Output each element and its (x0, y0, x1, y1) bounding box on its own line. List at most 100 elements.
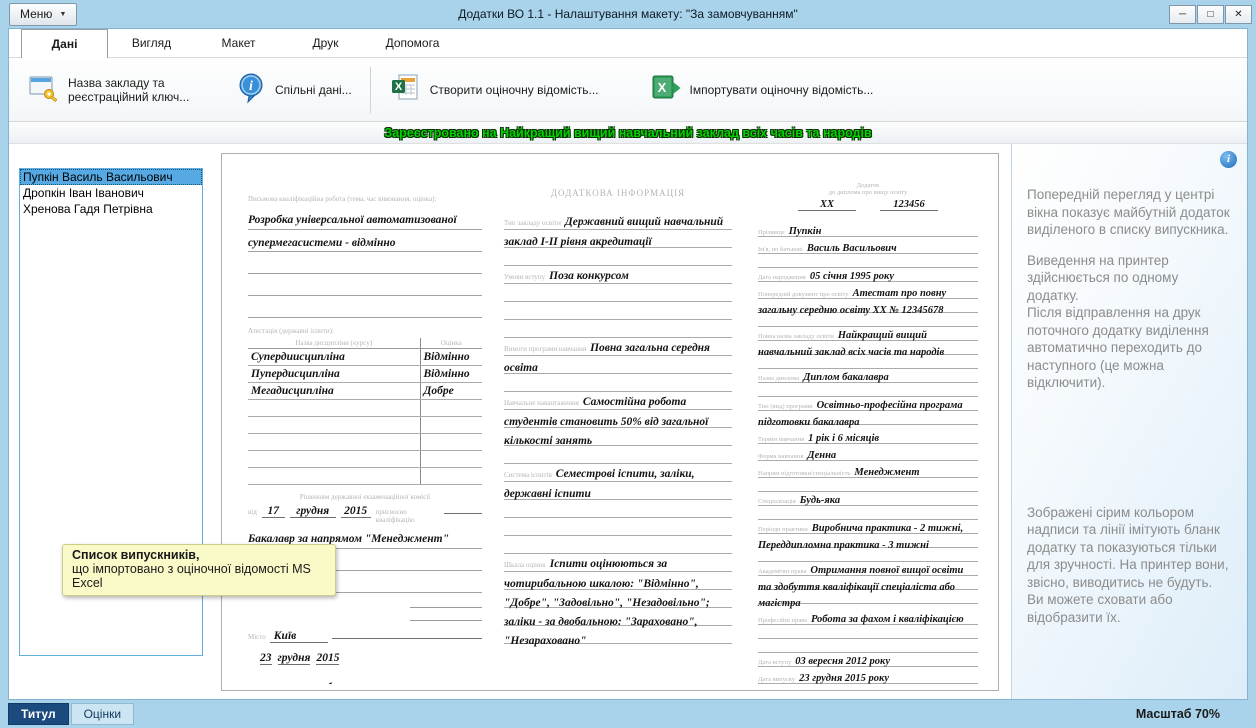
info-icon: i (1220, 151, 1237, 168)
written-work-value: Розробка універсальної автоматизованої с… (248, 208, 482, 318)
document-field: Шкала оцінок Іспити оцінюються за чотири… (504, 554, 732, 650)
students-tooltip: Список випускників, що імпортовано з оці… (62, 544, 336, 596)
tab-strip: ДаніВиглядМакетДрукДопомога (9, 29, 1247, 58)
svg-text:X: X (657, 80, 666, 95)
decision-month: грудня (290, 505, 336, 518)
additional-info-fields: Тип закладу освіти Державний вищий навча… (504, 212, 732, 650)
issue-date-row: 23 грудня 2015 (248, 652, 482, 665)
document-field: Професійні права Робота за фахом і квалі… (758, 611, 978, 653)
document-field: Тип закладу освіти Державний вищий навча… (504, 212, 732, 266)
document-field: Форма навчання Денна (758, 447, 978, 464)
discipline-row (248, 434, 482, 451)
discipline-row: Мегадисципліна Добре (248, 383, 482, 400)
document-field: Повна назва закладу освіти Найкращий вищ… (758, 327, 978, 369)
main-frame: ДаніВиглядМакетДрукДопомога Назва заклад… (8, 28, 1248, 700)
registration-banner-text: Зареєстровано на Найкращий вищий навчаль… (384, 126, 871, 140)
svg-text:X: X (395, 81, 403, 93)
bottom-tab[interactable]: Титул (8, 703, 69, 725)
discipline-row (248, 417, 482, 434)
discipline-row (248, 400, 482, 417)
document-field: Попередній документ про освіту Атестат п… (758, 285, 978, 327)
attestation-label: Атестація (державні іспити): (248, 327, 482, 335)
common-data-button[interactable]: i Спільні дані... (228, 68, 360, 111)
document-field: Система іспитів Семестрові іспити, залік… (504, 464, 732, 554)
tooltip-title: Список випускників, (72, 548, 326, 562)
additional-info-heading: ДОДАТКОВА ІНФОРМАЦІЯ (504, 188, 732, 198)
document-field: Прізвище Пупкін (758, 223, 978, 240)
supplement-heading: Додаток до диплома про вищу освіту ХХ 12… (758, 182, 978, 211)
sheet-tabs: ТитулОцінки (8, 703, 134, 725)
document-field: Дата випуску 23 грудня 2015 року (758, 670, 978, 684)
blank-line (332, 627, 482, 639)
help-paragraph: Виведення на принтер здійснюється по одн… (1027, 252, 1232, 305)
document-field: Вимоги програми навчання Повна загальна … (504, 338, 732, 392)
import-sheet-button[interactable]: X Імпортувати оціночну відомість... (641, 68, 882, 111)
ribbon-tab[interactable]: Допомога (369, 29, 456, 57)
number-value: 123456 (880, 199, 938, 211)
help-paragraph: Зображені сірим кольором надписи та ліні… (1027, 504, 1232, 627)
written-work-label: Письмова кваліфікаційна робота (тема, ча… (248, 195, 436, 203)
document-field: Ім'я, по батькові Василь Васильович (758, 240, 978, 268)
document-field: Академічні права Отримання повної вищої … (758, 562, 978, 611)
title-bar: Меню ▼ Додатки ВО 1.1 - Налаштування мак… (0, 0, 1256, 28)
toolbar: Назва закладу та реєстраційний ключ... i… (9, 58, 1247, 122)
ribbon-tab[interactable]: Дані (21, 29, 108, 58)
registration-number-row: Реєстраційний номер 1 (248, 678, 482, 684)
close-button[interactable]: ✕ (1225, 5, 1252, 24)
document-field: Напрям підготовки/спеціальність Менеджме… (758, 464, 978, 492)
toolbar-button-label: Спільні дані... (275, 83, 352, 97)
preview-pane: Письмова кваліфікаційна робота (тема, ча… (211, 144, 1011, 699)
discipline-name-header: Назва дисципліни (курсу) (248, 338, 420, 349)
supplement-fields: Прізвище Пупкін Ім'я, по батькові Василь… (758, 223, 978, 684)
series-number-row: ХХ 123456 (758, 199, 978, 211)
minimize-button[interactable]: ─ (1169, 5, 1196, 24)
document-column-2: ДОДАТКОВА ІНФОРМАЦІЯ Тип закладу освіти … (496, 182, 748, 684)
menu-button-label: Меню (20, 7, 52, 21)
create-sheet-button[interactable]: X Створити оціночну відомість... (381, 68, 607, 111)
qualification-label: присвоєно кваліфікацію (376, 508, 439, 524)
toolbar-button-label: Імпортувати оціночну відомість... (690, 83, 874, 97)
city-row: Місто Київ (248, 627, 482, 643)
ribbon-tab[interactable]: Вигляд (108, 29, 195, 57)
ribbon-tab[interactable]: Макет (195, 29, 282, 57)
supplement-heading-line1: Додаток (758, 182, 978, 189)
ribbon-tab[interactable]: Друк (282, 29, 369, 57)
supplement-heading-line2: до диплома про вищу освіту (758, 189, 978, 196)
student-list-item[interactable]: Пупкін Василь Васильович (20, 169, 202, 185)
issue-year: 2015 (316, 652, 339, 665)
discipline-row: Супердиисципліна Відмінно (248, 349, 482, 366)
window-title: Додатки ВО 1.1 - Налаштування макету: "З… (0, 7, 1256, 21)
help-panel: i Попередній перегляд у центрі вікна пок… (1011, 144, 1247, 699)
window-controls: ─ □ ✕ (1169, 5, 1252, 24)
excel-create-icon: X (389, 72, 421, 107)
decision-date-row: від 17 грудня 2015 присвоєно кваліфікаці… (248, 502, 482, 524)
bottom-tab[interactable]: Оцінки (71, 703, 134, 725)
toolbar-button-label: Створити оціночну відомість... (430, 83, 599, 97)
document-column-1: Письмова кваліфікаційна робота (тема, ча… (246, 182, 496, 684)
chevron-down-icon: ▼ (59, 11, 66, 18)
grade-header: Оцінка (420, 338, 482, 349)
toolbar-separator (370, 67, 371, 113)
bottom-bar: ТитулОцінки Масштаб 70% (0, 700, 1256, 728)
institution-key-button[interactable]: Назва закладу та реєстраційний ключ... (19, 68, 228, 111)
help-paragraph: Після відправлення на друк поточного дод… (1027, 304, 1232, 392)
document-field: Дата народження 05 січня 1995 року (758, 268, 978, 285)
menu-button[interactable]: Меню ▼ (9, 3, 77, 26)
city-label: Місто (248, 633, 266, 641)
document-column-3: Додаток до диплома про вищу освіту ХХ 12… (748, 182, 982, 684)
document-field: Періоди практики Виробнича практика - 2 … (758, 520, 978, 562)
student-list-item[interactable]: Дропкін Іван Іванович (20, 185, 202, 201)
help-paragraph: Попередній перегляд у центрі вікна показ… (1027, 186, 1232, 239)
students-pane: Пупкін Василь ВасильовичДропкін Іван Іва… (9, 144, 211, 699)
document-field: Навчальне навантаження Самостійна робота… (504, 392, 732, 464)
signature-lines (410, 595, 482, 621)
issue-day: 23 (260, 652, 272, 665)
student-list-item[interactable]: Хренова Гадя Петрівна (20, 201, 202, 217)
info-balloon-icon: i (236, 72, 266, 107)
zoom-level-label: Масштаб 70% (1136, 707, 1220, 721)
document-field: Тип (вид) програми Освітньо-професійна п… (758, 397, 978, 430)
discipline-row: Пупердисципліна Відмінно (248, 366, 482, 383)
maximize-button[interactable]: □ (1197, 5, 1224, 24)
tooltip-body: що імпортовано з оціночної відомості MS … (72, 562, 326, 590)
blank-line (379, 678, 437, 684)
